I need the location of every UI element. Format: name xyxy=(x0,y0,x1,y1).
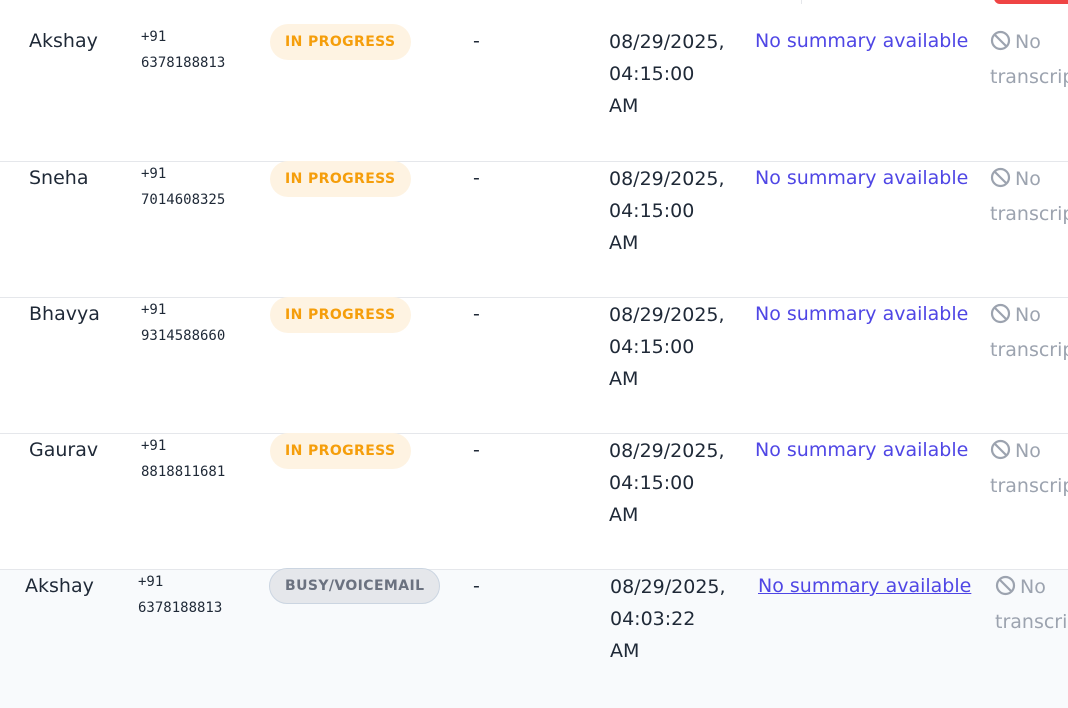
contact-name: Bhavya xyxy=(29,303,100,325)
table-row[interactable]: Bhavya +91 9314588660 IN PROGRESS - 08/2… xyxy=(0,297,1068,434)
status-badge-cell: IN PROGRESS xyxy=(270,161,411,197)
summary-link[interactable]: No summary available xyxy=(755,437,968,463)
transcript-label-line2: transcript xyxy=(990,203,1068,225)
transcript-cell: No transcript xyxy=(995,571,1068,638)
transcript-label-line1: No xyxy=(1015,440,1041,462)
table-row[interactable]: Akshay +91 6378188813 BUSY/VOICEMAIL - 0… xyxy=(0,568,1068,708)
phone-number: +91 8818811681 xyxy=(141,438,226,480)
table-row[interactable]: Akshay +91 6378188813 IN PROGRESS - 08/2… xyxy=(0,24,1068,162)
call-datetime: 08/29/2025, 04:15:00 AM xyxy=(609,304,725,390)
header-divider xyxy=(801,0,802,4)
summary-link[interactable]: No summary available xyxy=(755,301,968,327)
ban-icon xyxy=(995,574,1016,606)
transcript-cell: No transcript xyxy=(990,299,1068,366)
ban-icon xyxy=(990,302,1011,334)
transcript-label-line2: transcript xyxy=(990,339,1068,361)
ban-icon xyxy=(990,438,1011,470)
status-badge-cell: IN PROGRESS xyxy=(270,433,411,469)
phone-number: +91 6378188813 xyxy=(138,574,223,616)
call-datetime: 08/29/2025, 04:15:00 AM xyxy=(609,31,725,117)
phone-number: +91 9314588660 xyxy=(141,302,226,344)
summary-link[interactable]: No summary available xyxy=(755,165,968,191)
transcript-label-line2: transcript xyxy=(995,611,1068,633)
status-badge: IN PROGRESS xyxy=(270,433,411,469)
summary-link[interactable]: No summary available xyxy=(758,573,971,599)
table-row[interactable]: Sneha +91 7014608325 IN PROGRESS - 08/29… xyxy=(0,161,1068,298)
transcript-label-line2: transcript xyxy=(990,475,1068,497)
transcript-label-line1: No xyxy=(1020,576,1046,598)
duration: - xyxy=(473,575,480,597)
contact-name: Akshay xyxy=(25,575,94,597)
transcript-label-line1: No xyxy=(1015,304,1041,326)
transcript-cell: No transcript xyxy=(990,435,1068,502)
header-action-button[interactable] xyxy=(994,0,1068,4)
status-badge-cell: IN PROGRESS xyxy=(270,297,411,333)
duration: - xyxy=(473,167,480,189)
duration: - xyxy=(473,303,480,325)
transcript-cell: No transcript xyxy=(990,163,1068,230)
phone-number: +91 7014608325 xyxy=(141,166,226,208)
duration: - xyxy=(473,30,480,52)
phone-number: +91 6378188813 xyxy=(141,29,226,71)
status-badge: IN PROGRESS xyxy=(270,161,411,197)
transcript-label-line1: No xyxy=(1015,168,1041,190)
status-badge-cell: BUSY/VOICEMAIL xyxy=(269,568,441,604)
summary-link[interactable]: No summary available xyxy=(755,28,968,54)
call-datetime: 08/29/2025, 04:15:00 AM xyxy=(609,168,725,254)
transcript-cell: No transcript xyxy=(990,26,1068,93)
status-badge: BUSY/VOICEMAIL xyxy=(269,568,441,604)
status-badge-cell: IN PROGRESS xyxy=(270,24,411,60)
contact-name: Akshay xyxy=(29,30,98,52)
contact-name: Sneha xyxy=(29,167,89,189)
ban-icon xyxy=(990,166,1011,198)
call-datetime: 08/29/2025, 04:03:22 AM xyxy=(610,576,726,662)
call-datetime: 08/29/2025, 04:15:00 AM xyxy=(609,440,725,526)
transcript-label-line2: transcript xyxy=(990,66,1068,88)
table-row[interactable]: Gaurav +91 8818811681 IN PROGRESS - 08/2… xyxy=(0,433,1068,570)
status-badge: IN PROGRESS xyxy=(270,24,411,60)
duration: - xyxy=(473,439,480,461)
contact-name: Gaurav xyxy=(29,439,99,461)
status-badge: IN PROGRESS xyxy=(270,297,411,333)
transcript-label-line1: No xyxy=(1015,31,1041,53)
call-log-table: Akshay +91 6378188813 IN PROGRESS - 08/2… xyxy=(0,24,1068,708)
table-header-strip xyxy=(0,0,1068,27)
ban-icon xyxy=(990,29,1011,61)
